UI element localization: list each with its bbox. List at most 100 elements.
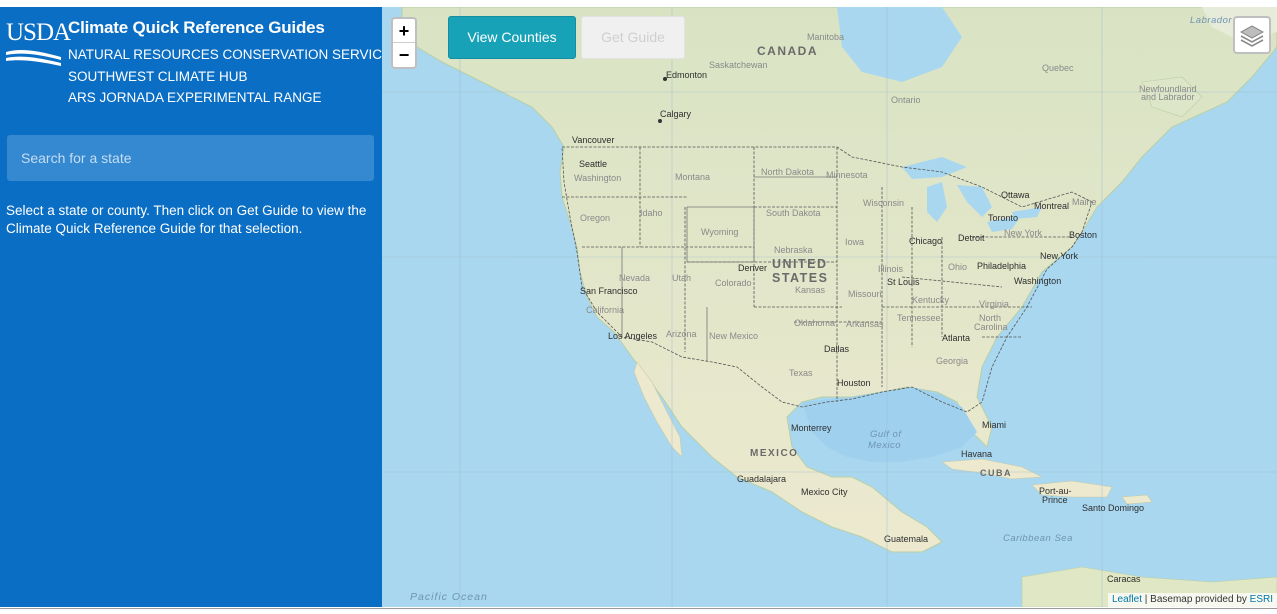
label-illinois: Illinois [878, 264, 904, 274]
org-lines: NATURAL RESOURCES CONSERVATION SERVICE S… [68, 44, 391, 109]
label-carolina: Carolina [974, 322, 1008, 332]
label-santo-domingo: Santo Domingo [1082, 503, 1145, 513]
usda-logo-text: USDA [6, 19, 71, 46]
label-toronto: Toronto [988, 213, 1019, 223]
label-guadalajara: Guadalajara [737, 474, 787, 484]
label-south-dakota: South Dakota [766, 208, 821, 218]
label-new-york-city: New York [1040, 251, 1079, 261]
label-houston: Houston [837, 378, 871, 388]
label-manitoba: Manitoba [807, 32, 845, 42]
usda-logo: USDA [6, 19, 71, 70]
label-ohio: Ohio [948, 262, 968, 272]
label-san-francisco: San Francisco [580, 286, 638, 296]
label-washington-dc: Washington [1014, 276, 1062, 286]
instructions-text: Select a state or county. Then click on … [6, 203, 367, 236]
label-mexico-city: Mexico City [801, 487, 848, 497]
zoom-out-button[interactable]: − [393, 43, 415, 67]
org-line-jornada: ARS JORNADA EXPERIMENTAL RANGE [68, 90, 322, 105]
label-nevada: Nevada [619, 273, 651, 283]
org-line-nrcs: NATURAL RESOURCES CONSERVATION SERVICE [68, 47, 392, 62]
label-north-dakota: North Dakota [761, 167, 815, 177]
label-quebec: Quebec [1042, 63, 1074, 73]
label-canada: CANADA [757, 44, 818, 58]
label-idaho: Idaho [640, 208, 663, 218]
label-virginia: Virginia [979, 299, 1009, 309]
label-atlanta: Atlanta [942, 333, 971, 343]
map-attribution: Leaflet | Basemap provided by ESRI [1107, 593, 1277, 607]
label-ontario: Ontario [891, 95, 921, 105]
label-new-york-state: New York [1004, 228, 1043, 238]
label-and-labrador: and Labrador [1141, 92, 1195, 102]
bottom-divider [0, 608, 1277, 609]
bottom-strip [0, 607, 1277, 614]
label-california: California [586, 305, 625, 315]
label-utah: Utah [672, 273, 692, 283]
label-havana: Havana [961, 449, 993, 459]
layers-icon [1239, 25, 1265, 47]
label-wisconsin: Wisconsin [863, 198, 905, 208]
label-ottawa: Ottawa [1001, 190, 1030, 200]
label-new-mexico: New Mexico [709, 331, 759, 341]
label-kentucky: Kentucky [912, 295, 950, 305]
label-colorado: Colorado [715, 278, 752, 288]
label-seattle: Seattle [579, 159, 608, 169]
org-line-climate-hub: SOUTHWEST CLIMATE HUB [68, 68, 248, 84]
label-los-angeles: Los Angeles [608, 331, 658, 341]
zoom-in-button[interactable]: + [393, 19, 415, 43]
label-iowa: Iowa [845, 237, 865, 247]
label-dallas: Dallas [824, 344, 850, 354]
attribution-text: | Basemap provided by [1142, 594, 1250, 605]
label-vancouver: Vancouver [572, 135, 615, 145]
zoom-control: + − [391, 17, 417, 69]
label-oklahoma: Oklahoma [794, 318, 836, 328]
label-kansas: Kansas [795, 285, 826, 295]
label-states: STATES [772, 271, 829, 285]
label-washington-state: Washington [574, 173, 622, 183]
layers-control[interactable] [1233, 16, 1271, 54]
label-mexico-water: Mexico [868, 440, 902, 451]
label-philadelphia: Philadelphia [977, 261, 1027, 271]
app-title: Climate Quick Reference Guides [68, 18, 325, 37]
label-arkansas: Arkansas [846, 319, 884, 329]
label-montreal: Montreal [1034, 201, 1070, 211]
label-st-louis: St Louis [887, 277, 920, 287]
label-detroit: Detroit [958, 233, 985, 243]
label-boston: Boston [1069, 230, 1098, 240]
label-missouri: Missouri [848, 289, 882, 299]
label-mexico: MEXICO [750, 448, 799, 459]
label-georgia: Georgia [936, 356, 969, 366]
label-oregon: Oregon [580, 213, 611, 223]
label-montana: Montana [675, 172, 711, 182]
label-chicago: Chicago [909, 236, 943, 246]
label-wyoming: Wyoming [701, 227, 739, 237]
label-gulf-of: Gulf of [870, 429, 902, 440]
label-texas: Texas [789, 368, 813, 378]
label-pacific-ocean: Pacific Ocean [410, 591, 488, 603]
sidebar: USDA Climate Quick Reference Guides NATU… [0, 7, 391, 607]
label-cuba: CUBA [980, 468, 1012, 478]
label-miami: Miami [982, 420, 1006, 430]
view-counties-button[interactable]: View Counties [448, 16, 576, 59]
label-prince: Prince [1042, 495, 1068, 505]
map-view[interactable]: CANADA UNITED STATES MEXICO CUBA Labrado… [382, 7, 1277, 607]
usda-swoosh-icon [6, 49, 61, 66]
label-caracas: Caracas [1107, 574, 1141, 584]
esri-link[interactable]: ESRI [1250, 594, 1273, 605]
label-united: UNITED [772, 257, 828, 271]
label-arizona: Arizona [666, 329, 697, 339]
leaflet-link[interactable]: Leaflet [1112, 594, 1142, 605]
label-guatemala: Guatemala [884, 534, 929, 544]
label-minnesota: Minnesota [826, 170, 868, 180]
label-nebraska: Nebraska [774, 245, 813, 255]
label-denver: Denver [738, 263, 768, 273]
label-saskatchewan: Saskatchewan [709, 60, 768, 70]
state-search-input[interactable] [7, 135, 374, 181]
city-dot-calgary [658, 119, 662, 123]
get-guide-button[interactable]: Get Guide [581, 16, 685, 59]
label-caribbean-sea: Caribbean Sea [1003, 533, 1073, 544]
label-maine: Maine [1072, 197, 1097, 207]
label-calgary: Calgary [660, 109, 692, 119]
label-edmonton: Edmonton [666, 70, 708, 80]
label-monterrey: Monterrey [791, 423, 832, 433]
label-tennessee: Tennessee [897, 313, 941, 323]
